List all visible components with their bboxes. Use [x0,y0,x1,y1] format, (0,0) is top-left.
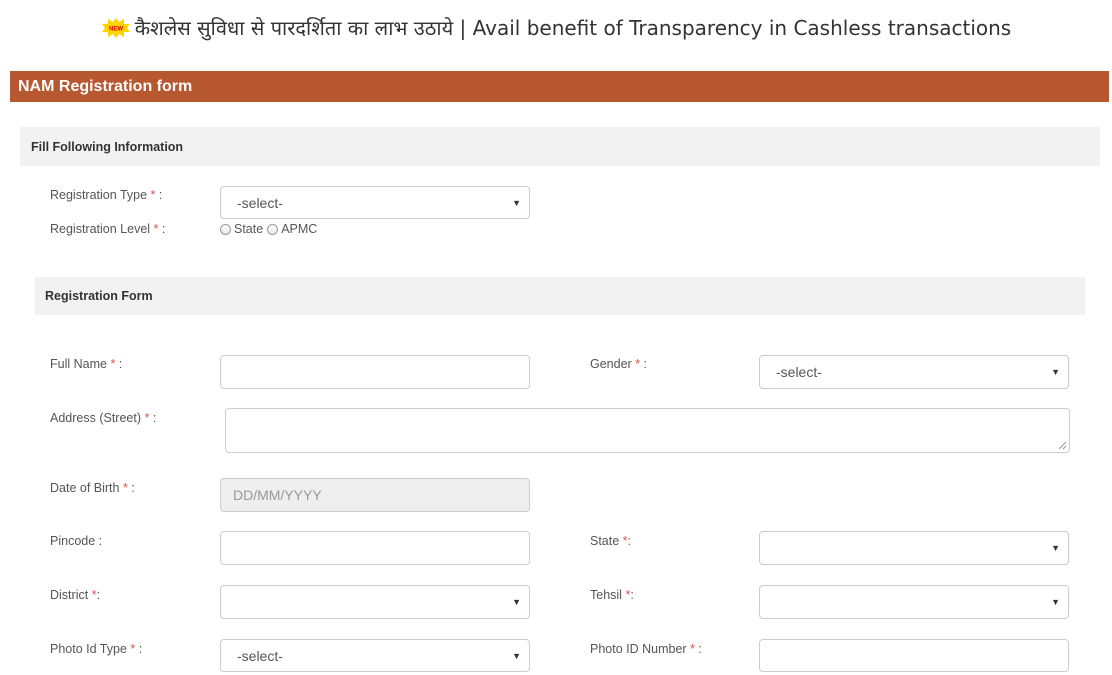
banner-text: कैशलेस सुविधा से पारदर्शिता का लाभ उठाये… [134,16,1012,40]
announcement-banner: NEW कैशलेस सुविधा से पारदर्शिता का लाभ उ… [0,0,1112,55]
dob-input[interactable]: DD/MM/YYYY [220,478,530,512]
resize-grip-icon[interactable] [1058,441,1067,450]
tehsil-label: Tehsil *: [590,588,634,602]
state-select[interactable]: ▼ [759,531,1069,565]
svg-text:NEW: NEW [109,26,123,32]
new-badge-icon: NEW [101,17,131,38]
gender-label: Gender * : [590,357,648,371]
dropdown-caret-icon: ▼ [1051,543,1060,553]
info-section-header: Fill Following Information [20,127,1100,166]
district-label: District *: [50,588,101,602]
full-name-label: Full Name * : [50,357,123,371]
form-section-title: Registration Form [45,289,153,303]
gender-value: -select- [776,364,822,380]
radio-apmc-label: APMC [281,222,318,236]
registration-level-radio-group: State APMC [220,222,321,236]
photo-id-number-label: Photo ID Number * : [590,642,702,656]
state-label: State *: [590,534,632,548]
page-title: NAM Registration form [10,71,1109,102]
radio-apmc[interactable] [267,223,279,235]
radio-state[interactable] [220,223,231,235]
registration-type-label: Registration Type * : [50,188,163,202]
photo-id-type-label: Photo Id Type * : [50,642,143,656]
registration-type-value: -select- [237,194,283,211]
dob-placeholder: DD/MM/YYYY [233,487,322,503]
pincode-label: Pincode : [50,534,103,548]
dropdown-caret-icon: ▼ [512,650,521,661]
dropdown-caret-icon: ▼ [512,597,521,607]
dropdown-caret-icon: ▼ [512,197,521,208]
registration-level-label: Registration Level * : [50,222,166,236]
info-section-title: Fill Following Information [31,139,184,154]
dropdown-caret-icon: ▼ [1051,367,1060,377]
dropdown-caret-icon: ▼ [1051,597,1060,607]
photo-id-type-value: -select- [237,647,283,664]
address-label: Address (Street) * : [50,411,157,425]
address-textarea[interactable] [225,408,1070,453]
full-name-input[interactable] [220,355,530,389]
registration-type-select[interactable]: -select- ▼ [220,186,530,219]
gender-select[interactable]: -select- ▼ [759,355,1069,389]
district-select[interactable]: ▼ [220,585,530,619]
photo-id-number-input[interactable] [759,639,1069,672]
pincode-input[interactable] [220,531,530,565]
form-section-header: Registration Form [35,277,1085,315]
photo-id-type-select[interactable]: -select- ▼ [220,639,530,672]
dob-label: Date of Birth * : [50,481,135,495]
tehsil-select[interactable]: ▼ [759,585,1069,619]
radio-state-label: State [234,222,264,236]
